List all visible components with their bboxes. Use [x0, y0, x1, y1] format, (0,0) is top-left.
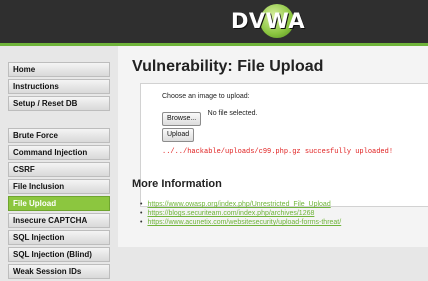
- sidebar-item-command-injection[interactable]: Command Injection: [8, 145, 110, 160]
- sidebar-item-home[interactable]: Home: [8, 62, 110, 77]
- header-bar: DVWA: [0, 0, 428, 46]
- menu-gap: [0, 113, 118, 128]
- page-title: Vulnerability: File Upload: [132, 58, 324, 75]
- list-item: https://www.acunetix.com/websitesecurity…: [140, 218, 341, 227]
- sidebar-item-weak-session-ids[interactable]: Weak Session IDs: [8, 264, 110, 279]
- upload-success-message: ../../hackable/uploads/c99.php.gz succes…: [162, 148, 394, 156]
- menu-group-vulnerabilities: Brute Force Command Injection CSRF File …: [0, 128, 118, 279]
- link-owasp[interactable]: https://www.owasp.org/index.php/Unrestri…: [147, 201, 330, 208]
- sidebar-menu: Home Instructions Setup / Reset DB Brute…: [0, 62, 118, 281]
- list-item: https://blogs.securiteam.com/index.php/a…: [140, 209, 341, 218]
- file-input[interactable]: Browse... No file selected.: [162, 107, 257, 126]
- sidebar-item-brute-force[interactable]: Brute Force: [8, 128, 110, 143]
- logo-text: DVWA: [231, 9, 306, 33]
- link-acunetix[interactable]: https://www.acunetix.com/websitesecurity…: [147, 219, 341, 226]
- file-status-text: No file selected.: [207, 110, 258, 117]
- menu-group-general: Home Instructions Setup / Reset DB: [0, 62, 118, 111]
- upload-label: Choose an image to upload:: [162, 93, 250, 100]
- list-item: https://www.owasp.org/index.php/Unrestri…: [140, 200, 341, 209]
- sidebar-item-instructions[interactable]: Instructions: [8, 79, 110, 94]
- sidebar-item-file-inclusion[interactable]: File Inclusion: [8, 179, 110, 194]
- more-information-heading: More Information: [132, 178, 222, 190]
- sidebar-item-sql-injection-blind[interactable]: SQL Injection (Blind): [8, 247, 110, 262]
- sidebar-item-sql-injection[interactable]: SQL Injection: [8, 230, 110, 245]
- sidebar-item-file-upload[interactable]: File Upload: [8, 196, 110, 211]
- link-securiteam[interactable]: https://blogs.securiteam.com/index.php/a…: [147, 210, 314, 217]
- browse-button[interactable]: Browse...: [162, 112, 202, 126]
- sidebar-item-csrf[interactable]: CSRF: [8, 162, 110, 177]
- reference-links: https://www.owasp.org/index.php/Unrestri…: [140, 200, 341, 227]
- upload-button[interactable]: Upload: [162, 128, 195, 142]
- main-content: Vulnerability: File Upload Choose an ima…: [118, 46, 428, 247]
- sidebar-item-setup[interactable]: Setup / Reset DB: [8, 96, 110, 111]
- sidebar-item-insecure-captcha[interactable]: Insecure CAPTCHA: [8, 213, 110, 228]
